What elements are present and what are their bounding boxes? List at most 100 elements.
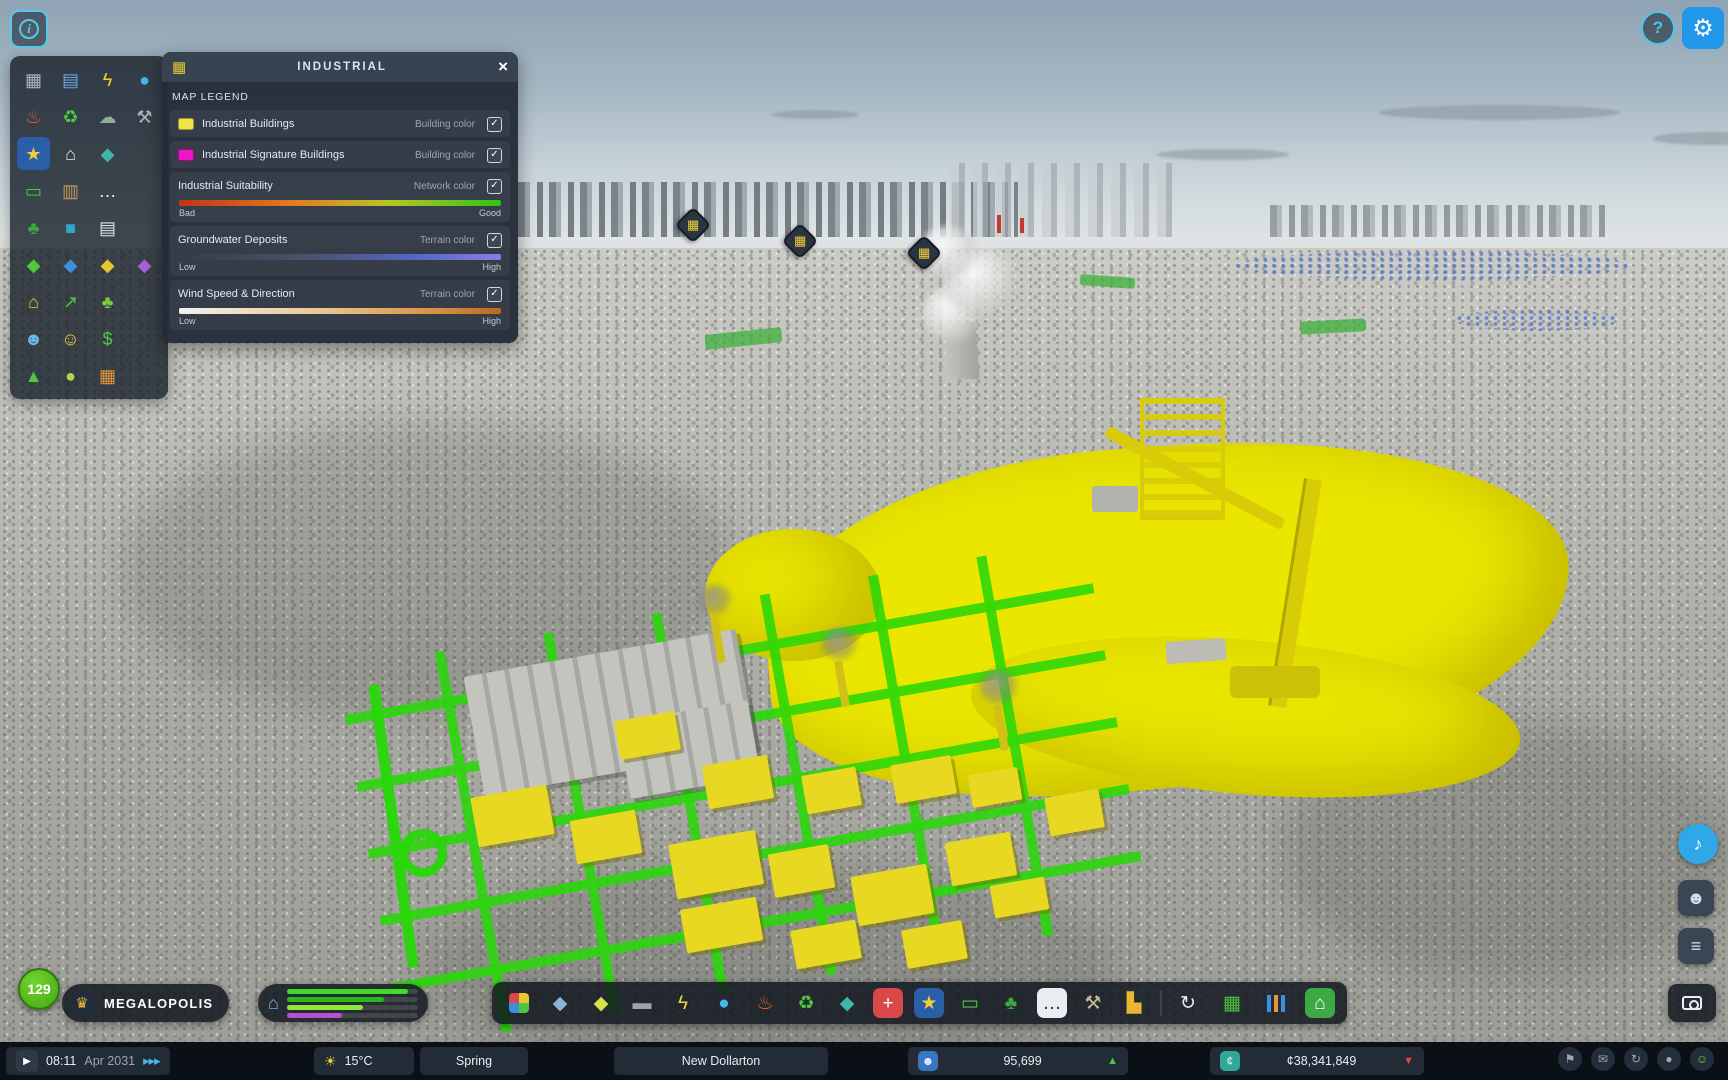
- infoview-administration-icon[interactable]: ⌂: [54, 137, 87, 170]
- radio-icon[interactable]: ●: [1657, 1047, 1681, 1071]
- smoke: [822, 628, 858, 660]
- panel-title: INDUSTRIAL: [186, 61, 498, 73]
- infoview-residential-icon[interactable]: ⌂: [17, 285, 50, 318]
- lifepath-button[interactable]: ☻: [1678, 880, 1714, 916]
- infoview-maintenance-icon[interactable]: ⚒: [128, 100, 161, 133]
- legend-label: Industrial Signature Buildings: [202, 149, 407, 161]
- infoview-garbage-icon[interactable]: ♻: [54, 100, 87, 133]
- infoview-police-icon[interactable]: ★: [17, 137, 50, 170]
- infoview-transportation-icon[interactable]: ▤: [54, 63, 87, 96]
- photo-mode-button[interactable]: [1668, 984, 1716, 1022]
- roads-tool-icon[interactable]: ◆: [545, 988, 575, 1018]
- infoview-parks-icon[interactable]: ♣: [17, 211, 50, 244]
- infoview-communications-icon[interactable]: …: [91, 174, 124, 207]
- infoview-transit-icon[interactable]: ▭: [17, 174, 50, 207]
- infoview-roads-icon[interactable]: ▦: [17, 63, 50, 96]
- legend-checkbox[interactable]: ✓: [487, 148, 502, 163]
- milestone-pill[interactable]: ♛ MEGALOPOLIS: [62, 984, 229, 1022]
- happiness-indicator[interactable]: ☺: [1690, 1047, 1714, 1071]
- transport-tool-icon[interactable]: ▭: [955, 988, 985, 1018]
- infoview-tourism-icon[interactable]: ▥: [54, 174, 87, 207]
- settings-button[interactable]: ⚙: [1682, 7, 1724, 49]
- areas-tool-icon[interactable]: ◆: [586, 988, 616, 1018]
- infoview-education-icon[interactable]: ◆: [91, 137, 124, 170]
- legend-row-wind-speed-direction: Wind Speed & Direction Terrain color ✓ L…: [170, 280, 510, 330]
- play-button[interactable]: ▶: [16, 1050, 38, 1072]
- clock-time: 08:11: [46, 1054, 76, 1068]
- infoview-groundwater-icon[interactable]: ◆: [54, 248, 87, 281]
- legend-checkbox[interactable]: ✓: [487, 287, 502, 302]
- parks-tool-icon[interactable]: ♣: [996, 988, 1026, 1018]
- infoview-pollution-icon[interactable]: ☁: [91, 100, 124, 133]
- legend-checkbox[interactable]: ✓: [487, 117, 502, 132]
- city-skyline-towers: [950, 163, 1180, 237]
- city-name-segment[interactable]: New Dollarton: [614, 1047, 828, 1075]
- gradient-min-label: Low: [179, 262, 196, 272]
- infoview-wealth-icon[interactable]: $: [91, 322, 124, 355]
- chirper-button[interactable]: ♪: [1678, 824, 1718, 864]
- communications-tool-icon[interactable]: …: [1037, 988, 1067, 1018]
- help-button[interactable]: ?: [1641, 11, 1675, 45]
- infoview-commercial-icon[interactable]: ■: [54, 211, 87, 244]
- info-button[interactable]: i: [10, 10, 48, 48]
- eco-overview-icon[interactable]: ⌂: [1305, 988, 1335, 1018]
- infoview-sidebar: ▦ ▤ ϟ ● ♨ ♻ ☁ ⚒ ★ ⌂ ◆: [10, 56, 168, 399]
- police-tool-icon[interactable]: ★: [914, 988, 944, 1018]
- excavator-base: [1230, 666, 1320, 698]
- money-segment[interactable]: ¢ ¢38,341,849 ▼: [1210, 1047, 1424, 1075]
- close-icon[interactable]: ×: [498, 57, 508, 77]
- map-tiles-icon[interactable]: ▦: [1217, 988, 1247, 1018]
- fire-rescue-tool-icon[interactable]: ♨: [750, 988, 780, 1018]
- speed-control[interactable]: ▸▸▸: [143, 1053, 160, 1069]
- legend-checkbox[interactable]: ✓: [487, 233, 502, 248]
- journal-button[interactable]: ≡: [1678, 928, 1714, 964]
- infoview-electricity-icon[interactable]: ϟ: [91, 63, 124, 96]
- rotate-camera-icon[interactable]: ↻: [1173, 988, 1203, 1018]
- infoview-citizens-icon[interactable]: ☻: [17, 322, 50, 355]
- infoview-wildlife-icon[interactable]: ●: [54, 359, 87, 392]
- infoview-happiness-icon[interactable]: ☺: [54, 322, 87, 355]
- education-tool-icon[interactable]: ◆: [832, 988, 862, 1018]
- cycle-icon[interactable]: ↻: [1624, 1047, 1648, 1071]
- alert-flag-icon[interactable]: ⚑: [1558, 1047, 1582, 1071]
- infoview-ore-icon[interactable]: ◆: [91, 248, 124, 281]
- zoning-tool-icon[interactable]: [504, 988, 534, 1018]
- mail-icon[interactable]: ✉: [1591, 1047, 1615, 1071]
- infoview-economy-icon[interactable]: ↗: [54, 285, 87, 318]
- infoview-documents-icon[interactable]: ▤: [91, 211, 124, 244]
- industrial-icon: ▦: [172, 58, 186, 76]
- legend-type-label: Building color: [415, 150, 475, 161]
- toolbar-separator: [1160, 990, 1162, 1016]
- legend-gradient: [179, 254, 501, 260]
- legend-swatch: [178, 149, 194, 161]
- gradient-max-label: Good: [479, 208, 501, 218]
- legend-swatch: [178, 118, 194, 130]
- progression-widget[interactable]: ⌂: [258, 984, 428, 1022]
- legend-row-groundwater-deposits: Groundwater Deposits Terrain color ✓ Low…: [170, 226, 510, 276]
- infoview-agriculture-icon[interactable]: ♣: [91, 285, 124, 318]
- infoview-water-icon[interactable]: ●: [128, 63, 161, 96]
- harbor-crane: [1020, 218, 1024, 233]
- gradient-max-label: High: [482, 316, 501, 326]
- money-icon: ¢: [1220, 1051, 1240, 1071]
- legend-type-label: Building color: [415, 119, 475, 130]
- xp-level-badge[interactable]: 129: [18, 968, 60, 1010]
- infoview-terrain-icon[interactable]: ▲: [17, 359, 50, 392]
- terraforming-tool-icon[interactable]: ⚒: [1078, 988, 1108, 1018]
- legend-row-industrial-suitability: Industrial Suitability Network color ✓ B…: [170, 172, 510, 222]
- population-segment[interactable]: ☻ 95,699 ▲: [908, 1047, 1128, 1075]
- healthcare-tool-icon[interactable]: +: [873, 988, 903, 1018]
- infoview-fire-icon[interactable]: ♨: [17, 100, 50, 133]
- electricity-tool-icon[interactable]: ϟ: [668, 988, 698, 1018]
- city-skyline-right: [1270, 205, 1610, 237]
- infoview-oil-icon[interactable]: ◆: [128, 248, 161, 281]
- legend-checkbox[interactable]: ✓: [487, 179, 502, 194]
- road-services-icon[interactable]: ▬: [627, 988, 657, 1018]
- milestone-title: MEGALOPOLIS: [104, 996, 213, 1011]
- bulldozer-tool-icon[interactable]: ▙: [1119, 988, 1149, 1018]
- infoview-fertile-land-icon[interactable]: ◆: [17, 248, 50, 281]
- water-sewage-tool-icon[interactable]: ●: [709, 988, 739, 1018]
- garbage-tool-icon[interactable]: ♻: [791, 988, 821, 1018]
- infoview-industry-icon[interactable]: ▦: [91, 359, 124, 392]
- statistics-icon[interactable]: [1261, 988, 1291, 1018]
